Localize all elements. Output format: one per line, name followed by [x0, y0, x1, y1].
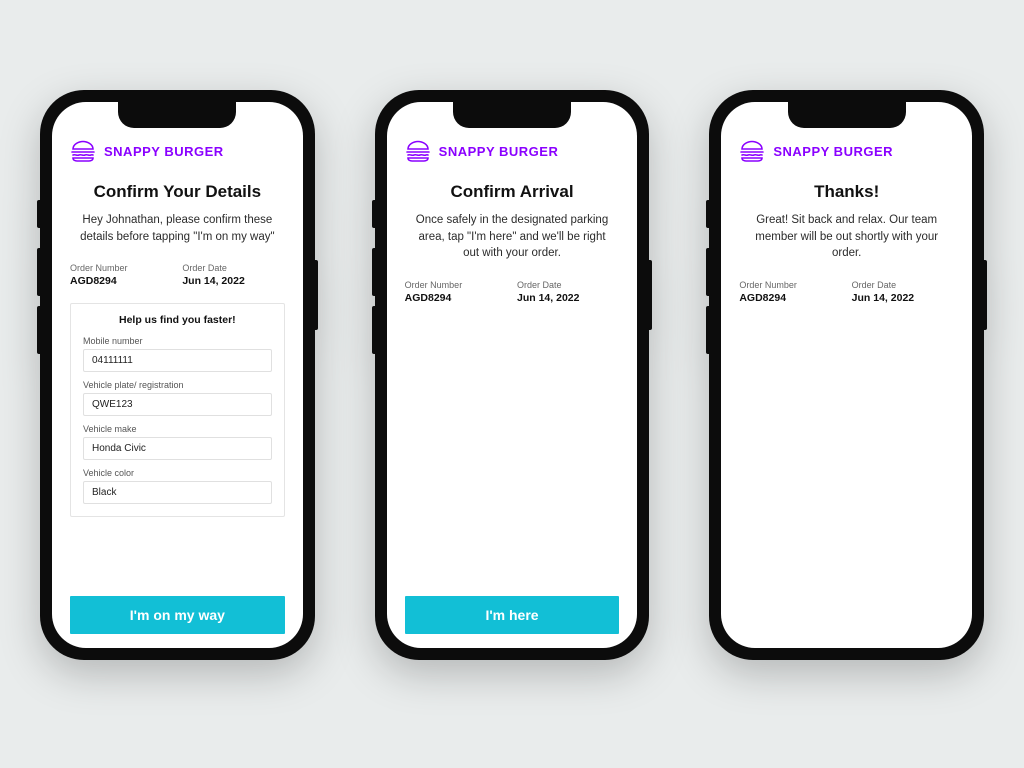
phone-frame: SNAPPY BURGER Thanks! Great! Sit back an…	[709, 90, 984, 660]
burger-logo-icon	[739, 140, 765, 162]
on-my-way-button[interactable]: I'm on my way	[70, 596, 285, 634]
spacer	[70, 517, 285, 582]
order-date-block: Order Date Jun 14, 2022	[182, 263, 284, 287]
phone-notch	[453, 102, 571, 128]
burger-logo-icon	[70, 140, 96, 162]
phone-mockup-3: SNAPPY BURGER Thanks! Great! Sit back an…	[709, 90, 984, 660]
brand-header: SNAPPY BURGER	[739, 140, 954, 162]
order-number-block: Order Number AGD8294	[70, 263, 172, 287]
details-form-card: Help us find you faster! Mobile number V…	[70, 303, 285, 517]
spacer	[739, 320, 954, 634]
cta-zone: I'm on my way	[70, 596, 285, 634]
brand-name: SNAPPY BURGER	[439, 144, 559, 159]
make-input[interactable]	[83, 437, 272, 460]
page-title: Thanks!	[739, 182, 954, 202]
order-meta: Order Number AGD8294 Order Date Jun 14, …	[739, 280, 954, 304]
order-date-label: Order Date	[852, 280, 954, 290]
order-date-value: Jun 14, 2022	[517, 292, 619, 304]
order-date-label: Order Date	[517, 280, 619, 290]
page-subtitle: Hey Johnathan, please confirm these deta…	[70, 212, 285, 245]
order-number-value: AGD8294	[70, 275, 172, 287]
phone-side-key	[649, 260, 652, 330]
phone-frame: SNAPPY BURGER Confirm Arrival Once safel…	[375, 90, 650, 660]
page-subtitle: Once safely in the designated parking ar…	[405, 212, 620, 262]
field-make: Vehicle make	[83, 424, 272, 460]
phone-mockup-2: SNAPPY BURGER Confirm Arrival Once safel…	[375, 90, 650, 660]
cta-zone: I'm here	[405, 596, 620, 634]
phone-side-key	[315, 260, 318, 330]
mockup-stage: SNAPPY BURGER Confirm Your Details Hey J…	[0, 0, 1024, 660]
order-number-block: Order Number AGD8294	[739, 280, 841, 304]
make-label: Vehicle make	[83, 424, 272, 434]
order-number-value: AGD8294	[739, 292, 841, 304]
order-date-block: Order Date Jun 14, 2022	[852, 280, 954, 304]
mobile-label: Mobile number	[83, 336, 272, 346]
phone-mockup-1: SNAPPY BURGER Confirm Your Details Hey J…	[40, 90, 315, 660]
color-input[interactable]	[83, 481, 272, 504]
im-here-button[interactable]: I'm here	[405, 596, 620, 634]
field-mobile: Mobile number	[83, 336, 272, 372]
form-title: Help us find you faster!	[83, 314, 272, 326]
phone-side-key	[984, 260, 987, 330]
order-meta: Order Number AGD8294 Order Date Jun 14, …	[70, 263, 285, 287]
phone-screen: SNAPPY BURGER Confirm Arrival Once safel…	[387, 102, 638, 648]
phone-notch	[118, 102, 236, 128]
brand-name: SNAPPY BURGER	[773, 144, 893, 159]
color-label: Vehicle color	[83, 468, 272, 478]
spacer	[405, 320, 620, 582]
order-date-value: Jun 14, 2022	[182, 275, 284, 287]
order-number-block: Order Number AGD8294	[405, 280, 507, 304]
brand-name: SNAPPY BURGER	[104, 144, 224, 159]
order-number-label: Order Number	[739, 280, 841, 290]
phone-screen: SNAPPY BURGER Confirm Your Details Hey J…	[52, 102, 303, 648]
order-number-label: Order Number	[70, 263, 172, 273]
brand-header: SNAPPY BURGER	[405, 140, 620, 162]
page-title: Confirm Arrival	[405, 182, 620, 202]
phone-frame: SNAPPY BURGER Confirm Your Details Hey J…	[40, 90, 315, 660]
field-color: Vehicle color	[83, 468, 272, 504]
field-plate: Vehicle plate/ registration	[83, 380, 272, 416]
page-title: Confirm Your Details	[70, 182, 285, 202]
plate-input[interactable]	[83, 393, 272, 416]
order-meta: Order Number AGD8294 Order Date Jun 14, …	[405, 280, 620, 304]
phone-notch	[788, 102, 906, 128]
screen-content-confirm-arrival: SNAPPY BURGER Confirm Arrival Once safel…	[387, 102, 638, 648]
plate-label: Vehicle plate/ registration	[83, 380, 272, 390]
order-date-block: Order Date Jun 14, 2022	[517, 280, 619, 304]
order-number-label: Order Number	[405, 280, 507, 290]
burger-logo-icon	[405, 140, 431, 162]
mobile-input[interactable]	[83, 349, 272, 372]
screen-content-thanks: SNAPPY BURGER Thanks! Great! Sit back an…	[721, 102, 972, 648]
order-date-value: Jun 14, 2022	[852, 292, 954, 304]
order-number-value: AGD8294	[405, 292, 507, 304]
screen-content-confirm-details: SNAPPY BURGER Confirm Your Details Hey J…	[52, 102, 303, 648]
phone-screen: SNAPPY BURGER Thanks! Great! Sit back an…	[721, 102, 972, 648]
page-subtitle: Great! Sit back and relax. Our team memb…	[739, 212, 954, 262]
brand-header: SNAPPY BURGER	[70, 140, 285, 162]
order-date-label: Order Date	[182, 263, 284, 273]
